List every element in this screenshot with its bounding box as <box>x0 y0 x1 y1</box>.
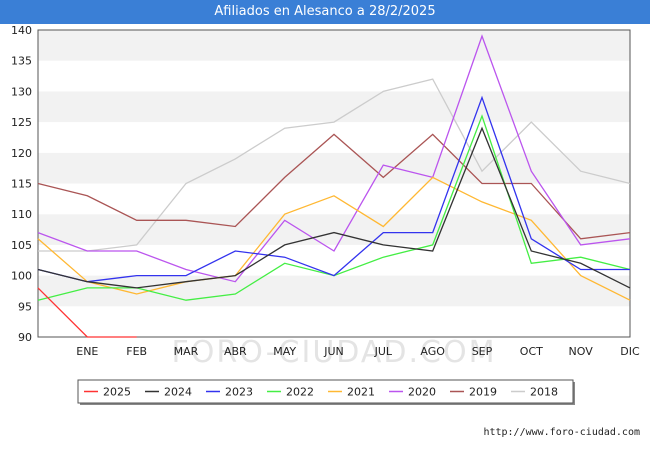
x-tick-label: OCT <box>520 345 543 358</box>
grid-band <box>38 91 630 123</box>
line-chart: FORO-CIUDAD.COM 909510010511011512012513… <box>11 24 640 405</box>
x-tick-label: AGO <box>420 345 445 358</box>
y-tick-label: 125 <box>11 116 32 129</box>
grid-band <box>38 214 630 245</box>
grid-band <box>38 60 630 92</box>
grid-band <box>38 244 630 276</box>
y-axis-ticks: 90 95 100 105 110 115 120 125 130 135 140 <box>11 24 32 344</box>
y-tick-label: 90 <box>18 331 32 344</box>
y-tick-label: 135 <box>11 55 32 68</box>
x-tick-label: NOV <box>569 345 594 358</box>
grid-band <box>38 122 630 153</box>
grid-band <box>38 30 630 61</box>
legend-label-2023: 2023 <box>225 386 253 399</box>
x-tick-label: ENE <box>76 345 98 358</box>
y-tick-label: 120 <box>11 147 32 160</box>
x-tick-label: JUN <box>323 345 344 358</box>
grid-band <box>38 183 630 215</box>
y-tick-label: 95 <box>18 300 32 313</box>
x-tick-label: DIC <box>620 345 640 358</box>
x-tick-label: MAY <box>273 345 296 358</box>
grid-band <box>38 152 630 184</box>
legend-label-2021: 2021 <box>347 386 375 399</box>
y-tick-label: 100 <box>11 270 32 283</box>
source-link[interactable]: http://www.foro-ciudad.com <box>483 427 640 438</box>
y-tick-label: 105 <box>11 239 32 252</box>
x-tick-label: SEP <box>472 345 493 358</box>
x-tick-label: MAR <box>174 345 199 358</box>
legend: 2025 2024 2023 2022 2021 2020 2019 2018 <box>77 379 575 405</box>
legend-label-2025: 2025 <box>103 386 131 399</box>
legend-label-2022: 2022 <box>286 386 314 399</box>
grid-band <box>38 306 630 337</box>
y-tick-label: 130 <box>11 85 32 98</box>
x-tick-label: FEB <box>126 345 147 358</box>
x-tick-label: ABR <box>224 345 247 358</box>
y-tick-label: 140 <box>11 24 32 37</box>
legend-label-2020: 2020 <box>408 386 436 399</box>
legend-label-2024: 2024 <box>164 386 192 399</box>
legend-label-2019: 2019 <box>469 386 497 399</box>
legend-label-2018: 2018 <box>530 386 558 399</box>
y-tick-label: 115 <box>11 178 32 191</box>
x-tick-label: JUL <box>374 345 393 358</box>
y-tick-label: 110 <box>11 208 32 221</box>
